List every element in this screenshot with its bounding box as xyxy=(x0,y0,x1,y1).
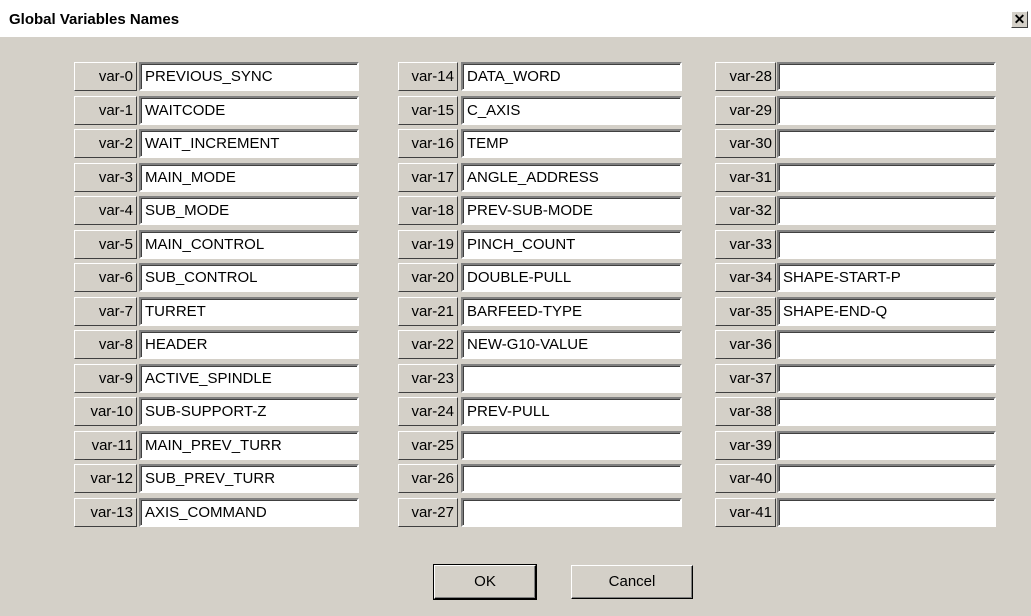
variable-label-button[interactable]: var-17 xyxy=(398,163,458,192)
variable-name-field[interactable] xyxy=(461,464,682,493)
variable-name-field[interactable]: MAIN_MODE xyxy=(139,163,359,192)
variable-name-field[interactable]: ANGLE_ADDRESS xyxy=(461,163,682,192)
variable-label-button[interactable]: var-28 xyxy=(715,62,776,91)
variable-label-button[interactable]: var-19 xyxy=(398,230,458,259)
global-variables-dialog: Global Variables Names ✕ var-0 PREVIOUS_S… xyxy=(0,0,1031,616)
variable-name-field[interactable]: SUB_PREV_TURR xyxy=(139,464,359,493)
variable-name-field[interactable]: PREVIOUS_SYNC xyxy=(139,62,359,91)
variable-name-field[interactable]: PREV-PULL xyxy=(461,397,682,426)
variable-label-button[interactable]: var-24 xyxy=(398,397,458,426)
cancel-button[interactable]: Cancel xyxy=(571,565,693,599)
variable-label-button[interactable]: var-1 xyxy=(74,96,137,125)
variable-label-button[interactable]: var-18 xyxy=(398,196,458,225)
variable-name-field[interactable]: WAITCODE xyxy=(139,96,359,125)
ok-button[interactable]: OK xyxy=(433,564,537,600)
variable-label-button[interactable]: var-13 xyxy=(74,498,137,527)
variable-label-button[interactable]: var-10 xyxy=(74,397,137,426)
variable-name-field[interactable]: MAIN_PREV_TURR xyxy=(139,431,359,460)
variable-name-field[interactable]: TURRET xyxy=(139,297,359,326)
variable-name-field[interactable]: SUB-SUPPORT-Z xyxy=(139,397,359,426)
variable-name-field[interactable]: DATA_WORD xyxy=(461,62,682,91)
variable-label-button[interactable]: var-8 xyxy=(74,330,137,359)
variable-name-field[interactable]: SUB_MODE xyxy=(139,196,359,225)
close-button[interactable]: ✕ xyxy=(1011,11,1028,28)
variable-label-button[interactable]: var-6 xyxy=(74,263,137,292)
variable-name-field[interactable]: WAIT_INCREMENT xyxy=(139,129,359,158)
variable-label-button[interactable]: var-7 xyxy=(74,297,137,326)
variable-name-field[interactable]: PINCH_COUNT xyxy=(461,230,682,259)
variable-label-button[interactable]: var-26 xyxy=(398,464,458,493)
variable-label-button[interactable]: var-15 xyxy=(398,96,458,125)
variable-name-field[interactable]: DOUBLE-PULL xyxy=(461,263,682,292)
variable-name-field[interactable]: NEW-G10-VALUE xyxy=(461,330,682,359)
variable-label-button[interactable]: var-33 xyxy=(715,230,776,259)
variable-name-field[interactable] xyxy=(777,163,996,192)
variable-name-field[interactable] xyxy=(777,397,996,426)
variable-label-button[interactable]: var-27 xyxy=(398,498,458,527)
variable-name-field[interactable]: TEMP xyxy=(461,129,682,158)
variable-name-field[interactable]: BARFEED-TYPE xyxy=(461,297,682,326)
variable-label-button[interactable]: var-3 xyxy=(74,163,137,192)
title-bar: Global Variables Names ✕ xyxy=(0,0,1031,37)
variable-label-button[interactable]: var-35 xyxy=(715,297,776,326)
variable-label-button[interactable]: var-4 xyxy=(74,196,137,225)
variable-label-button[interactable]: var-41 xyxy=(715,498,776,527)
variable-name-field[interactable]: ACTIVE_SPINDLE xyxy=(139,364,359,393)
variable-name-field[interactable] xyxy=(777,464,996,493)
variable-name-field[interactable]: SUB_CONTROL xyxy=(139,263,359,292)
variable-label-button[interactable]: var-30 xyxy=(715,129,776,158)
variable-label-button[interactable]: var-29 xyxy=(715,96,776,125)
variable-name-field[interactable]: PREV-SUB-MODE xyxy=(461,196,682,225)
variable-name-field[interactable]: SHAPE-END-Q xyxy=(777,297,996,326)
variable-label-button[interactable]: var-38 xyxy=(715,397,776,426)
variable-name-field[interactable]: AXIS_COMMAND xyxy=(139,498,359,527)
variable-label-button[interactable]: var-39 xyxy=(715,431,776,460)
variable-label-button[interactable]: var-37 xyxy=(715,364,776,393)
variable-label-button[interactable]: var-11 xyxy=(74,431,137,460)
variable-name-field[interactable] xyxy=(461,431,682,460)
variable-label-button[interactable]: var-16 xyxy=(398,129,458,158)
variable-label-button[interactable]: var-23 xyxy=(398,364,458,393)
variable-label-button[interactable]: var-21 xyxy=(398,297,458,326)
variable-label-button[interactable]: var-5 xyxy=(74,230,137,259)
variable-label-button[interactable]: var-12 xyxy=(74,464,137,493)
close-icon: ✕ xyxy=(1013,11,1026,27)
variable-name-field[interactable] xyxy=(777,129,996,158)
variable-name-field[interactable]: MAIN_CONTROL xyxy=(139,230,359,259)
variable-label-button[interactable]: var-25 xyxy=(398,431,458,460)
variable-label-button[interactable]: var-0 xyxy=(74,62,137,91)
variable-name-field[interactable] xyxy=(777,498,996,527)
variable-name-field[interactable] xyxy=(777,431,996,460)
variable-label-button[interactable]: var-20 xyxy=(398,263,458,292)
variable-label-button[interactable]: var-32 xyxy=(715,196,776,225)
variable-label-button[interactable]: var-22 xyxy=(398,330,458,359)
variable-name-field[interactable]: SHAPE-START-P xyxy=(777,263,996,292)
variable-label-button[interactable]: var-40 xyxy=(715,464,776,493)
variable-name-field[interactable] xyxy=(461,498,682,527)
variable-name-field[interactable] xyxy=(777,230,996,259)
variable-label-button[interactable]: var-2 xyxy=(74,129,137,158)
variable-name-field[interactable] xyxy=(777,196,996,225)
variable-name-field[interactable] xyxy=(777,330,996,359)
variable-label-button[interactable]: var-36 xyxy=(715,330,776,359)
variable-label-button[interactable]: var-31 xyxy=(715,163,776,192)
variable-name-field[interactable] xyxy=(777,364,996,393)
variable-name-field[interactable] xyxy=(777,96,996,125)
variable-name-field[interactable]: C_AXIS xyxy=(461,96,682,125)
variable-label-button[interactable]: var-14 xyxy=(398,62,458,91)
dialog-title: Global Variables Names xyxy=(9,11,180,28)
variable-name-field[interactable] xyxy=(461,364,682,393)
variable-label-button[interactable]: var-34 xyxy=(715,263,776,292)
variable-name-field[interactable]: HEADER xyxy=(139,330,359,359)
variable-label-button[interactable]: var-9 xyxy=(74,364,137,393)
variable-name-field[interactable] xyxy=(777,62,996,91)
